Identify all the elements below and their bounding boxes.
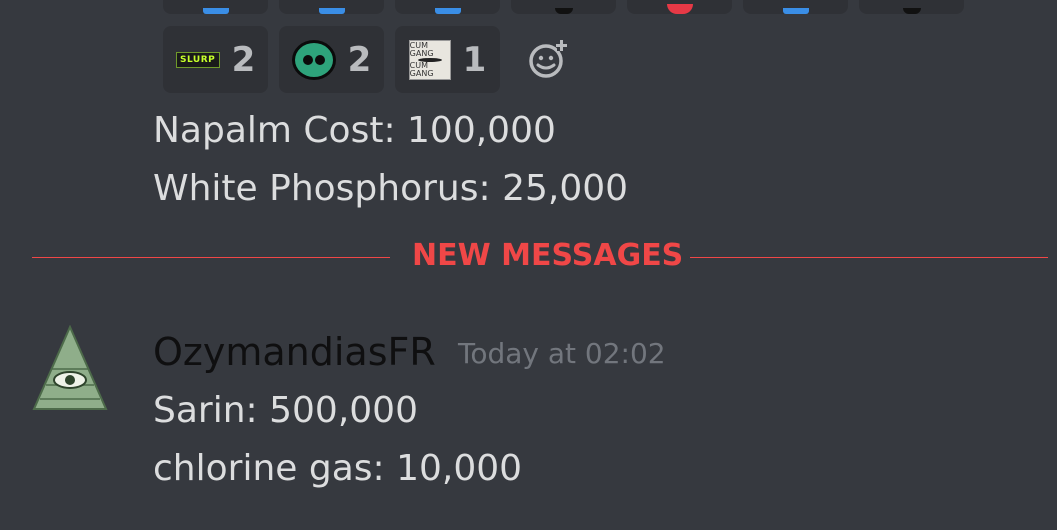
new-messages-label: NEW MESSAGES bbox=[412, 238, 684, 273]
reaction-partial-7[interactable] bbox=[859, 0, 964, 14]
reaction-row: SLURP 2 2 CUM GANG CUM GANG 1 bbox=[163, 26, 500, 93]
reaction-partial-3[interactable] bbox=[395, 0, 500, 14]
reaction-partial-5[interactable] bbox=[627, 0, 732, 14]
blue-emoji-icon bbox=[318, 8, 345, 14]
gang-emoji-icon: CUM GANG CUM GANG bbox=[408, 39, 451, 80]
blue-emoji-icon bbox=[434, 8, 461, 14]
username[interactable]: OzymandiasFR bbox=[153, 330, 436, 374]
reaction-green-blob[interactable]: 2 bbox=[279, 26, 384, 93]
reaction-partial-4[interactable] bbox=[511, 0, 616, 14]
blue-emoji-icon bbox=[202, 8, 229, 14]
green-blob-emoji-icon bbox=[291, 39, 336, 80]
reaction-partial-6[interactable] bbox=[743, 0, 848, 14]
gang-emoji-top-text: CUM GANG bbox=[409, 40, 434, 58]
add-reaction-icon bbox=[529, 40, 567, 78]
slurp-emoji-text: SLURP bbox=[180, 54, 216, 65]
message-text-line: White Phosphorus: 25,000 bbox=[153, 168, 629, 209]
add-reaction-button[interactable] bbox=[527, 38, 569, 80]
new-messages-divider-right bbox=[690, 257, 1048, 258]
message-text-line: chlorine gas: 10,000 bbox=[153, 448, 523, 489]
message-text-line: Sarin: 500,000 bbox=[153, 390, 418, 431]
dark-emoji-icon bbox=[902, 8, 921, 14]
timestamp: Today at 02:02 bbox=[458, 337, 666, 370]
reaction-count: 2 bbox=[231, 39, 256, 80]
red-emoji-icon bbox=[666, 4, 693, 14]
reaction-count: 1 bbox=[462, 39, 487, 80]
blue-emoji-icon bbox=[782, 8, 809, 14]
dark-emoji-icon bbox=[554, 8, 573, 14]
eye-pyramid-icon bbox=[32, 324, 108, 410]
gang-emoji-bottom-text: CUM GANG bbox=[409, 60, 434, 78]
reaction-count: 2 bbox=[347, 39, 372, 80]
reaction-slurp[interactable]: SLURP 2 bbox=[163, 26, 268, 93]
message-text-line: Napalm Cost: 100,000 bbox=[153, 110, 556, 151]
reaction-partial-2[interactable] bbox=[279, 0, 384, 14]
reaction-row-partial bbox=[163, 0, 964, 14]
new-messages-divider-left bbox=[32, 257, 390, 258]
avatar[interactable] bbox=[32, 324, 108, 411]
reaction-partial-1[interactable] bbox=[163, 0, 268, 14]
slurp-emoji-icon: SLURP bbox=[175, 51, 220, 68]
reaction-gang[interactable]: CUM GANG CUM GANG 1 bbox=[395, 26, 500, 93]
